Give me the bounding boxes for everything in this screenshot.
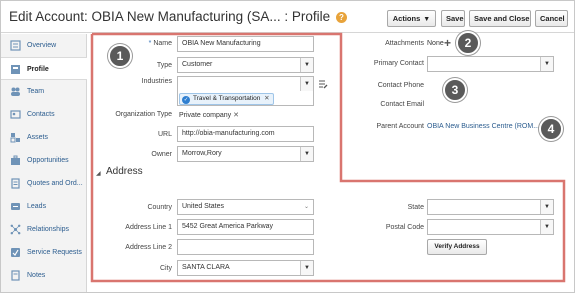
contact-phone-label: Contact Phone: [377, 82, 424, 89]
name-input[interactable]: OBIA New Manufacturing: [177, 36, 314, 52]
address-line1-input[interactable]: 5452 Great America Parkway: [177, 219, 314, 235]
parent-account-label: Parent Account: [376, 123, 424, 130]
org-type-value[interactable]: Private company ✕: [179, 111, 239, 119]
org-type-label: Organization Type: [115, 111, 172, 118]
industry-chip-label: Travel & Transportation: [193, 95, 261, 102]
industries-label: Industries: [141, 78, 172, 85]
remove-icon[interactable]: ✕: [233, 112, 239, 119]
url-label: URL: [157, 131, 172, 138]
check-circle-icon: ✓: [182, 95, 190, 104]
industry-chip[interactable]: ✓ Travel & Transportation ✕: [179, 93, 274, 105]
chevron-down-icon[interactable]: ▼: [300, 77, 313, 91]
postal-code-label: Postal Code: [385, 224, 424, 231]
country-select[interactable]: United States ⌄: [177, 199, 314, 215]
chevron-down-icon[interactable]: ▼: [300, 147, 313, 161]
state-label: State: [407, 204, 424, 211]
chevron-down-icon[interactable]: ▼: [540, 200, 553, 214]
parent-account-link[interactable]: OBIA New Business Centre (ROM...: [427, 123, 539, 130]
chevron-down-icon[interactable]: ▼: [300, 261, 313, 275]
primary-contact-select[interactable]: ▼: [427, 56, 554, 72]
type-select[interactable]: Customer ▼: [177, 57, 314, 73]
address-line2-input[interactable]: [177, 239, 314, 255]
primary-contact-label: Primary Contact: [373, 60, 424, 67]
country-select-value: United States: [182, 203, 225, 210]
callout-4: 4: [539, 117, 563, 141]
collapse-triangle-icon[interactable]: ◢: [96, 170, 101, 177]
chevron-down-icon[interactable]: ⌄: [300, 200, 313, 214]
city-label: City: [159, 265, 172, 272]
owner-select-value: Morrow,Rory: [182, 150, 222, 157]
state-select[interactable]: ▼: [427, 199, 554, 215]
attachments-value: None: [427, 40, 444, 47]
city-select[interactable]: SANTA CLARA ▼: [177, 260, 314, 276]
chevron-down-icon[interactable]: ▼: [300, 58, 313, 72]
address-line2-label: Address Line 2: [125, 244, 172, 251]
callout-3: 3: [443, 78, 467, 102]
attachments-label: Attachments: [385, 40, 424, 47]
type-label: Type: [156, 62, 172, 69]
address-section-title: Address: [106, 166, 143, 177]
name-label: * Name: [148, 40, 172, 47]
callout-2: 2: [456, 31, 480, 55]
verify-address-button[interactable]: Verify Address: [427, 239, 487, 255]
city-select-value: SANTA CLARA: [182, 264, 230, 271]
country-label: Country: [147, 204, 172, 211]
postal-code-select[interactable]: ▼: [427, 219, 554, 235]
address-line1-label: Address Line 1: [125, 224, 172, 231]
edit-list-icon[interactable]: [318, 79, 328, 89]
type-select-value: Customer: [182, 61, 213, 68]
owner-select[interactable]: Morrow,Rory ▼: [177, 146, 314, 162]
chevron-down-icon[interactable]: ▼: [540, 57, 553, 71]
add-attachment-icon[interactable]: +: [444, 36, 451, 50]
contact-email-label: Contact Email: [380, 101, 424, 108]
remove-chip-icon[interactable]: ✕: [264, 95, 269, 102]
callout-1: 1: [108, 44, 132, 68]
chevron-down-icon[interactable]: ▼: [540, 220, 553, 234]
owner-label: Owner: [151, 151, 172, 158]
url-input[interactable]: http://obia-manufacturing.com: [177, 126, 314, 142]
